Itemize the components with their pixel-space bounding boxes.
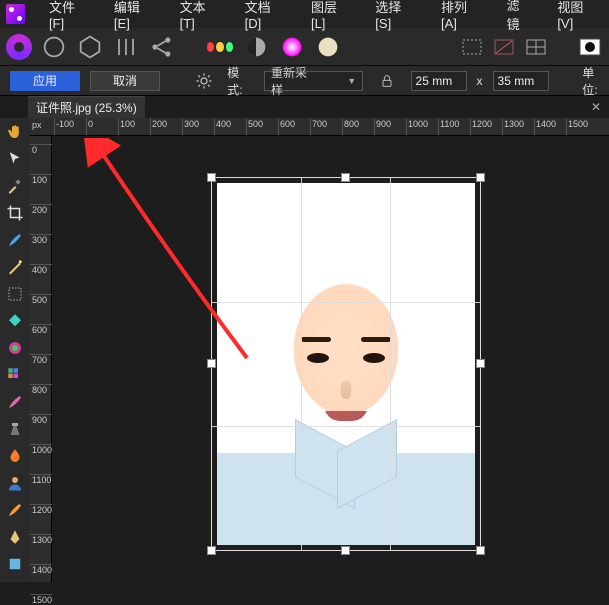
crop-handle-sw[interactable]	[207, 546, 216, 555]
crop-handle-s[interactable]	[341, 546, 350, 555]
grid-icon[interactable]	[523, 36, 549, 58]
unit-label: 单位:	[582, 64, 609, 98]
ruler-horizontal[interactable]: px -100010020030040050060070080090010001…	[30, 118, 609, 136]
persona-icon[interactable]	[6, 34, 32, 60]
soft-circle-icon[interactable]	[314, 34, 342, 60]
disable-icon[interactable]	[491, 36, 517, 58]
canvas[interactable]	[52, 136, 609, 582]
gradient-tool-icon[interactable]	[3, 336, 27, 360]
crop-tool-icon[interactable]	[3, 201, 27, 225]
crop-handle-se[interactable]	[476, 546, 485, 555]
hue-wheel-icon[interactable]	[278, 34, 306, 60]
swatches-icon[interactable]	[3, 363, 27, 387]
rgb-preview-icon[interactable]	[206, 34, 234, 60]
gear-icon[interactable]	[190, 68, 217, 94]
x-label: x	[477, 74, 483, 88]
shape-tool-icon[interactable]	[3, 552, 27, 576]
heal-tool-icon[interactable]	[3, 390, 27, 414]
ruler-unit-label: px	[32, 120, 42, 130]
menu-select[interactable]: 选择[S]	[363, 0, 427, 35]
document-tab-row: 证件照.jpg (25.3%) ✕	[0, 96, 609, 118]
mode-value: 重新采样	[271, 64, 317, 98]
menu-document[interactable]: 文档[D]	[233, 0, 297, 35]
burn-tool-icon[interactable]	[3, 444, 27, 468]
apply-button[interactable]: 应用	[10, 71, 80, 91]
menu-bar: 文件[F] 编辑[E] 文本[T] 文档[D] 图层[L] 选择[S] 排列[A…	[0, 0, 609, 28]
close-tab-icon[interactable]: ✕	[591, 100, 601, 114]
menu-file[interactable]: 文件[F]	[37, 0, 100, 35]
document-image	[217, 183, 475, 545]
mode-label: 模式:	[227, 64, 254, 98]
bars-icon[interactable]	[112, 34, 140, 60]
height-field[interactable]	[493, 71, 549, 91]
menu-filter[interactable]: 滤镜	[495, 0, 544, 37]
lock-icon[interactable]	[373, 68, 400, 94]
crop-handle-e[interactable]	[476, 359, 485, 368]
crop-handle-w[interactable]	[207, 359, 216, 368]
tool-panel	[0, 118, 30, 582]
menu-layer[interactable]: 图层[L]	[299, 0, 361, 35]
clone-tool-icon[interactable]	[3, 417, 27, 441]
marquee-icon[interactable]	[459, 36, 485, 58]
context-toolbar: 应用 取消 模式: 重新采样 ▼ x 单位:	[0, 66, 609, 96]
cancel-button[interactable]: 取消	[90, 71, 160, 91]
paintbrush-tool-icon[interactable]	[3, 228, 27, 252]
crop-handle-n[interactable]	[341, 173, 350, 182]
document-tab-label: 证件照.jpg (25.3%)	[36, 99, 137, 116]
wand-tool-icon[interactable]	[3, 255, 27, 279]
share-icon[interactable]	[148, 34, 176, 60]
crop-handle-nw[interactable]	[207, 173, 216, 182]
portrait-tool-icon[interactable]	[3, 471, 27, 495]
chevron-down-icon: ▼	[347, 76, 356, 86]
marquee-tool-icon[interactable]	[3, 282, 27, 306]
mode-dropdown[interactable]: 重新采样 ▼	[264, 71, 363, 91]
menu-edit[interactable]: 编辑[E]	[102, 0, 166, 35]
ruler-vertical[interactable]: 0100200300400500600700800900100011001200…	[30, 136, 52, 582]
document-tab[interactable]: 证件照.jpg (25.3%)	[28, 96, 145, 118]
contrast-icon[interactable]	[242, 34, 270, 60]
smudge-tool-icon[interactable]	[3, 498, 27, 522]
circle-icon[interactable]	[40, 34, 68, 60]
color-swatch[interactable]	[577, 36, 603, 58]
pointer-tool-icon[interactable]	[3, 147, 27, 171]
menu-text[interactable]: 文本[T]	[168, 0, 231, 35]
crop-handle-ne[interactable]	[476, 173, 485, 182]
menu-arrange[interactable]: 排列[A]	[429, 0, 493, 35]
menu-view[interactable]: 视图[V]	[545, 0, 609, 35]
workspace: px -100010020030040050060070080090010001…	[0, 118, 609, 582]
fill-tool-icon[interactable]	[3, 309, 27, 333]
hex-icon[interactable]	[76, 34, 104, 60]
color-picker-icon[interactable]	[3, 174, 27, 198]
app-logo-icon	[6, 4, 25, 24]
hand-tool-icon[interactable]	[3, 120, 27, 144]
pen-tool-icon[interactable]	[3, 525, 27, 549]
width-field[interactable]	[411, 71, 467, 91]
